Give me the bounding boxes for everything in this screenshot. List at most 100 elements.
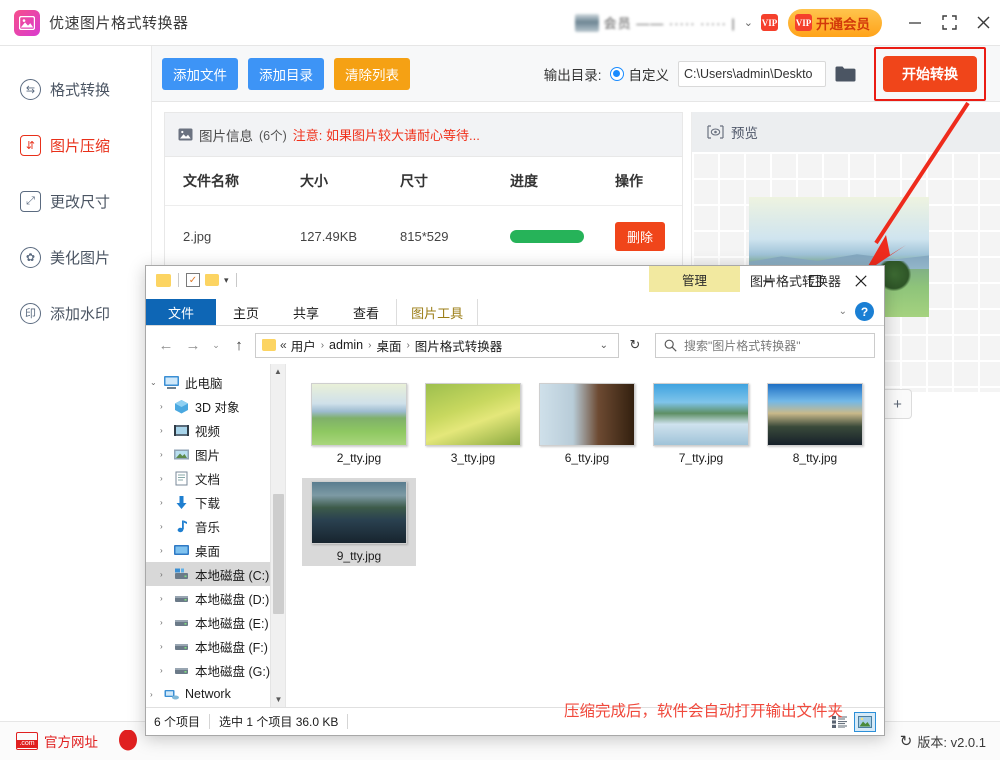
sidebar-item-format-convert[interactable]: ⇆ 格式转换 [20, 72, 151, 106]
ribbon-collapse-chevron-icon[interactable]: ⌄ [839, 306, 847, 317]
tree-scrollbar[interactable]: ▲ ▼ [270, 364, 285, 707]
file-tile-8-tty[interactable]: 8_tty.jpg [758, 380, 872, 468]
browse-folder-icon[interactable] [835, 65, 856, 82]
nav-back-button[interactable]: ← [155, 334, 177, 356]
large-icons-view-icon[interactable] [854, 712, 876, 732]
tree-expander-icon[interactable]: › [160, 474, 173, 483]
minimize-button[interactable] [898, 0, 932, 46]
tree-expander-icon[interactable]: › [160, 450, 173, 459]
breadcrumb-admin[interactable]: admin [329, 338, 363, 352]
qat-dropdown-caret-icon[interactable]: ▾ [224, 275, 229, 286]
clear-list-button[interactable]: 清除列表 [334, 58, 410, 90]
tree-expander-icon[interactable]: › [150, 690, 163, 699]
breadcrumb-users[interactable]: 用户 [291, 336, 316, 355]
breadcrumb-separator-icon: › [321, 340, 324, 351]
ribbon-tab-share[interactable]: 共享 [276, 299, 336, 325]
help-icon[interactable]: ? [855, 302, 874, 321]
file-thumbnail [311, 383, 407, 446]
ribbon-tab-picture-tools[interactable]: 图片工具 [396, 299, 478, 325]
ribbon-tab-view[interactable]: 查看 [336, 299, 396, 325]
breadcrumb-overflow-icon[interactable]: « [280, 338, 287, 352]
folder-icon[interactable] [156, 274, 171, 287]
close-button[interactable] [966, 0, 1000, 46]
tree-item-3d-objects[interactable]: › 3D 对象 [146, 394, 285, 418]
start-convert-button[interactable]: 开始转换 [883, 56, 977, 92]
open-vip-button[interactable]: VIP 开通会员 [788, 9, 882, 37]
ribbon-right-controls: ⌄ ? [839, 302, 874, 321]
tree-expander-icon[interactable]: › [160, 642, 173, 651]
nav-recent-locations-icon[interactable]: ⌄ [209, 340, 223, 351]
ribbon-tab-home[interactable]: 主页 [216, 299, 276, 325]
scroll-down-arrow-icon[interactable]: ▼ [271, 692, 286, 707]
quick-access-toolbar: ✓ ▾ [146, 266, 239, 287]
tree-expander-icon[interactable]: › [160, 594, 173, 603]
breadcrumb-current-folder[interactable]: 图片格式转换器 [415, 336, 503, 355]
tree-item-drive-g[interactable]: › 本地磁盘 (G:) [146, 658, 285, 682]
checkbox-icon[interactable]: ✓ [186, 273, 200, 287]
tree-item-drive-c[interactable]: › 本地磁盘 (C:) [146, 562, 285, 586]
tree-expander-icon[interactable]: › [160, 546, 173, 555]
scrollbar-thumb[interactable] [273, 494, 284, 614]
explorer-search-box[interactable]: 搜索"图片格式转换器" [655, 333, 875, 358]
tree-item-pictures[interactable]: › 图片 [146, 442, 285, 466]
delete-row-button[interactable]: 删除 [615, 222, 665, 251]
computer-icon [163, 375, 180, 390]
tree-item-drive-f[interactable]: › 本地磁盘 (F:) [146, 634, 285, 658]
sidebar-item-beautify[interactable]: ✿ 美化图片 [20, 240, 151, 274]
qq-icon[interactable] [118, 730, 138, 752]
official-site-link[interactable]: .com 官方网址 [16, 731, 98, 751]
tree-item-drive-d[interactable]: › 本地磁盘 (D:) [146, 586, 285, 610]
file-tile-6-tty[interactable]: 6_tty.jpg [530, 380, 644, 468]
sidebar-item-watermark[interactable]: 印 添加水印 [20, 296, 151, 330]
refresh-icon[interactable]: ↻ [900, 732, 913, 750]
tree-expander-icon[interactable]: › [160, 402, 173, 411]
tree-expander-icon[interactable]: › [160, 498, 173, 507]
nav-up-button[interactable]: ↑ [228, 334, 250, 356]
explorer-close-button[interactable] [838, 266, 884, 296]
custom-dir-radio[interactable]: 自定义 [610, 64, 670, 84]
member-account-info[interactable]: 会员 —— ····· ····· | ⌄ VIP [575, 13, 778, 32]
tree-expander-icon[interactable]: › [160, 426, 173, 435]
image-info-count: (6个) [259, 125, 287, 144]
breadcrumb-desktop[interactable]: 桌面 [376, 336, 401, 355]
tree-item-videos[interactable]: › 视频 [146, 418, 285, 442]
file-tile-7-tty[interactable]: 7_tty.jpg [644, 380, 758, 468]
tree-expander-icon[interactable]: › [160, 666, 173, 675]
output-path-input[interactable]: C:\Users\admin\Deskto [678, 61, 826, 87]
sidebar-item-image-compress[interactable]: ⇵ 图片压缩 [20, 128, 151, 162]
qat-divider [236, 273, 237, 287]
tree-expander-icon[interactable]: ⌄ [150, 378, 163, 387]
table-row[interactable]: 2.jpg 127.49KB 815*529 删除 [165, 206, 682, 268]
tree-expander-icon[interactable]: › [160, 522, 173, 531]
tree-item-this-pc[interactable]: ⌄ 此电脑 [146, 370, 285, 394]
file-tile-2-tty[interactable]: 2_tty.jpg [302, 380, 416, 468]
address-dropdown-caret-icon[interactable]: ⌄ [594, 340, 614, 351]
tree-expander-icon[interactable]: › [160, 570, 173, 579]
explorer-minimize-button[interactable] [746, 266, 792, 296]
add-folder-button[interactable]: 添加目录 [248, 58, 324, 90]
tree-item-downloads[interactable]: › 下载 [146, 490, 285, 514]
address-folder-icon [262, 339, 276, 351]
ribbon-tab-file[interactable]: 文件 [146, 299, 216, 325]
tree-item-music[interactable]: › 音乐 [146, 514, 285, 538]
file-tile-3-tty[interactable]: 3_tty.jpg [416, 380, 530, 468]
tree-item-desktop[interactable]: › 桌面 [146, 538, 285, 562]
zoom-in-button[interactable]: + [884, 389, 912, 419]
address-bar[interactable]: « 用户 › admin › 桌面 › 图片格式转换器 ⌄ [255, 333, 619, 358]
refresh-button[interactable]: ↻ [624, 337, 646, 353]
sidebar-item-resize[interactable]: ⤢ 更改尺寸 [20, 184, 151, 218]
cell-filename: 2.jpg [165, 206, 300, 268]
nav-forward-button[interactable]: → [182, 334, 204, 356]
explorer-maximize-button[interactable] [792, 266, 838, 296]
tree-item-documents[interactable]: › 文档 [146, 466, 285, 490]
account-chevron-down-icon[interactable]: ⌄ [744, 16, 753, 29]
folder-properties-icon[interactable] [205, 274, 219, 286]
add-file-button[interactable]: 添加文件 [162, 58, 238, 90]
tree-expander-icon[interactable]: › [160, 618, 173, 627]
scroll-up-arrow-icon[interactable]: ▲ [271, 364, 285, 379]
file-tile-9-tty[interactable]: 9_tty.jpg [302, 478, 416, 566]
explorer-file-grid[interactable]: 2_tty.jpg 3_tty.jpg 6_tty.jpg 7_tty.jpg [286, 364, 884, 707]
tree-item-drive-e[interactable]: › 本地磁盘 (E:) [146, 610, 285, 634]
maximize-button[interactable] [932, 0, 966, 46]
tree-item-network[interactable]: › Network [146, 682, 285, 706]
